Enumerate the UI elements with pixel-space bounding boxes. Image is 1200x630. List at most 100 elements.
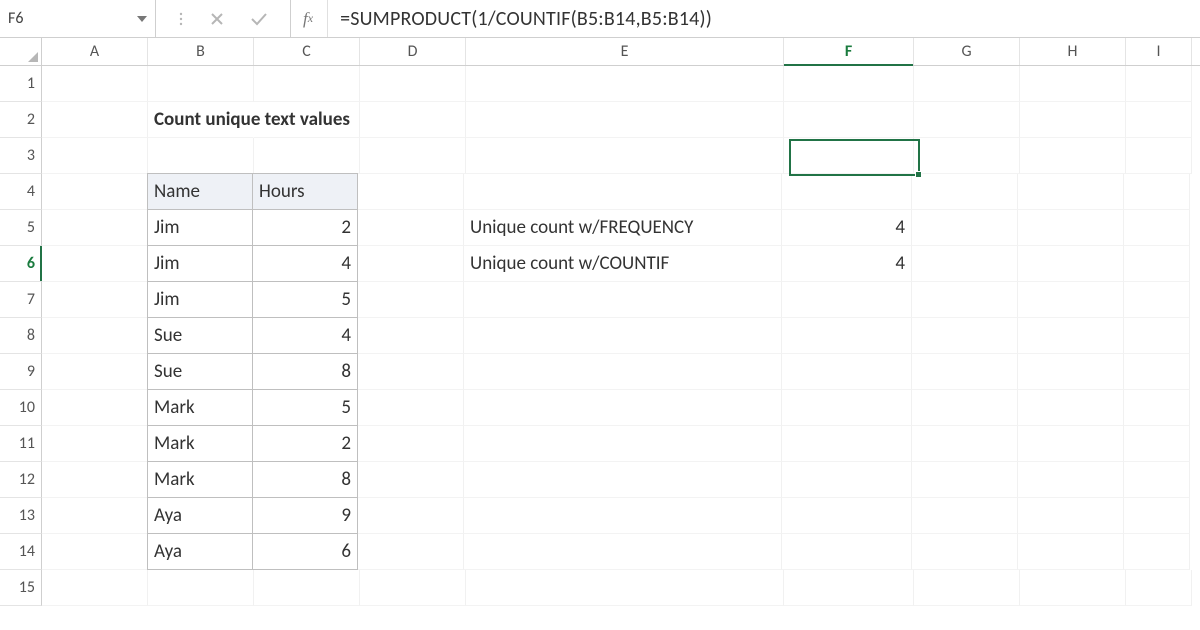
cell-C4[interactable]: Hours: [252, 173, 358, 210]
cell-D14[interactable]: [358, 534, 464, 570]
cell-B3[interactable]: [148, 138, 254, 174]
cell-I7[interactable]: [1124, 282, 1190, 318]
cell-G9[interactable]: [912, 354, 1018, 390]
cell-F12[interactable]: [782, 462, 912, 498]
cell-B12[interactable]: Mark: [147, 461, 253, 498]
row-header-3[interactable]: 3: [0, 138, 42, 174]
cell-H13[interactable]: [1018, 498, 1124, 534]
cell-A15[interactable]: [42, 570, 148, 606]
cell-E6[interactable]: Unique count w/COUNTIF: [464, 246, 782, 282]
cell-B8[interactable]: Sue: [147, 317, 253, 354]
cell-B6[interactable]: Jim: [147, 245, 253, 282]
row-header-8[interactable]: 8: [0, 318, 42, 354]
cell-H8[interactable]: [1018, 318, 1124, 354]
cell-E12[interactable]: [464, 462, 782, 498]
cell-G14[interactable]: [912, 534, 1018, 570]
col-header-H[interactable]: H: [1020, 38, 1126, 65]
cell-E14[interactable]: [464, 534, 782, 570]
cell-E15[interactable]: [466, 570, 784, 606]
cell-H14[interactable]: [1018, 534, 1124, 570]
cell-C14[interactable]: 6: [252, 533, 358, 570]
cell-H6[interactable]: [1018, 246, 1124, 282]
cell-E1[interactable]: [466, 66, 784, 102]
cell-B2[interactable]: Count unique text values: [148, 102, 254, 138]
cell-D5[interactable]: [358, 210, 464, 246]
cell-G6[interactable]: [912, 246, 1018, 282]
cell-H9[interactable]: [1018, 354, 1124, 390]
cell-E2[interactable]: [466, 102, 784, 138]
cell-C15[interactable]: [254, 570, 360, 606]
row-header-5[interactable]: 5: [0, 210, 42, 246]
cell-F4[interactable]: [782, 174, 912, 210]
cell-D9[interactable]: [358, 354, 464, 390]
cell-C7[interactable]: 5: [252, 281, 358, 318]
cell-H11[interactable]: [1018, 426, 1124, 462]
cell-E5[interactable]: Unique count w/FREQUENCY: [464, 210, 782, 246]
cell-F5[interactable]: 4: [782, 210, 912, 246]
col-header-E[interactable]: E: [466, 38, 784, 65]
cell-H10[interactable]: [1018, 390, 1124, 426]
cell-G12[interactable]: [912, 462, 1018, 498]
cell-F8[interactable]: [782, 318, 912, 354]
row-header-12[interactable]: 12: [0, 462, 42, 498]
cell-H15[interactable]: [1020, 570, 1126, 606]
cell-A13[interactable]: [42, 498, 148, 534]
cell-E3[interactable]: [466, 138, 784, 174]
cell-G11[interactable]: [912, 426, 1018, 462]
row-header-11[interactable]: 11: [0, 426, 42, 462]
cell-E7[interactable]: [464, 282, 782, 318]
formula-input[interactable]: =SUMPRODUCT(1/COUNTIF(B5:B14,B5:B14)): [328, 0, 1200, 37]
row-header-2[interactable]: 2: [0, 102, 42, 138]
cell-I8[interactable]: [1124, 318, 1190, 354]
col-header-G[interactable]: G: [914, 38, 1020, 65]
cell-F6[interactable]: 4: [782, 246, 912, 282]
cell-C3[interactable]: [254, 138, 360, 174]
cell-D11[interactable]: [358, 426, 464, 462]
name-box[interactable]: F6: [0, 0, 156, 37]
cell-C11[interactable]: 2: [252, 425, 358, 462]
row-header-14[interactable]: 14: [0, 534, 42, 570]
col-header-F[interactable]: F: [784, 38, 914, 65]
cell-F11[interactable]: [782, 426, 912, 462]
cell-B13[interactable]: Aya: [147, 497, 253, 534]
col-header-B[interactable]: B: [148, 38, 254, 65]
cell-I2[interactable]: [1126, 102, 1192, 138]
cell-A11[interactable]: [42, 426, 148, 462]
accept-icon[interactable]: [250, 12, 268, 26]
cell-H12[interactable]: [1018, 462, 1124, 498]
cell-I4[interactable]: [1124, 174, 1190, 210]
cell-C6[interactable]: 4: [252, 245, 358, 282]
cell-H2[interactable]: [1020, 102, 1126, 138]
cell-E13[interactable]: [464, 498, 782, 534]
cell-G5[interactable]: [912, 210, 1018, 246]
cell-G13[interactable]: [912, 498, 1018, 534]
row-header-1[interactable]: 1: [0, 66, 42, 102]
col-header-I[interactable]: I: [1126, 38, 1192, 65]
cell-B9[interactable]: Sue: [147, 353, 253, 390]
row-header-7[interactable]: 7: [0, 282, 42, 318]
cell-A2[interactable]: [42, 102, 148, 138]
cell-D4[interactable]: [358, 174, 464, 210]
cell-H4[interactable]: [1018, 174, 1124, 210]
cell-B14[interactable]: Aya: [147, 533, 253, 570]
cell-C5[interactable]: 2: [252, 209, 358, 246]
cell-C10[interactable]: 5: [252, 389, 358, 426]
cell-F1[interactable]: [784, 66, 914, 102]
cell-I13[interactable]: [1124, 498, 1190, 534]
cell-H3[interactable]: [1020, 138, 1126, 174]
cell-I3[interactable]: [1126, 138, 1192, 174]
cell-G10[interactable]: [912, 390, 1018, 426]
cell-F14[interactable]: [782, 534, 912, 570]
cell-A1[interactable]: [42, 66, 148, 102]
cell-F13[interactable]: [782, 498, 912, 534]
cell-D7[interactable]: [358, 282, 464, 318]
cell-D6[interactable]: [358, 246, 464, 282]
cell-G1[interactable]: [914, 66, 1020, 102]
cell-A6[interactable]: [42, 246, 148, 282]
cell-D3[interactable]: [360, 138, 466, 174]
cell-D1[interactable]: [360, 66, 466, 102]
cell-G2[interactable]: [914, 102, 1020, 138]
cell-G15[interactable]: [914, 570, 1020, 606]
cell-I12[interactable]: [1124, 462, 1190, 498]
cell-B4[interactable]: Name: [147, 173, 253, 210]
